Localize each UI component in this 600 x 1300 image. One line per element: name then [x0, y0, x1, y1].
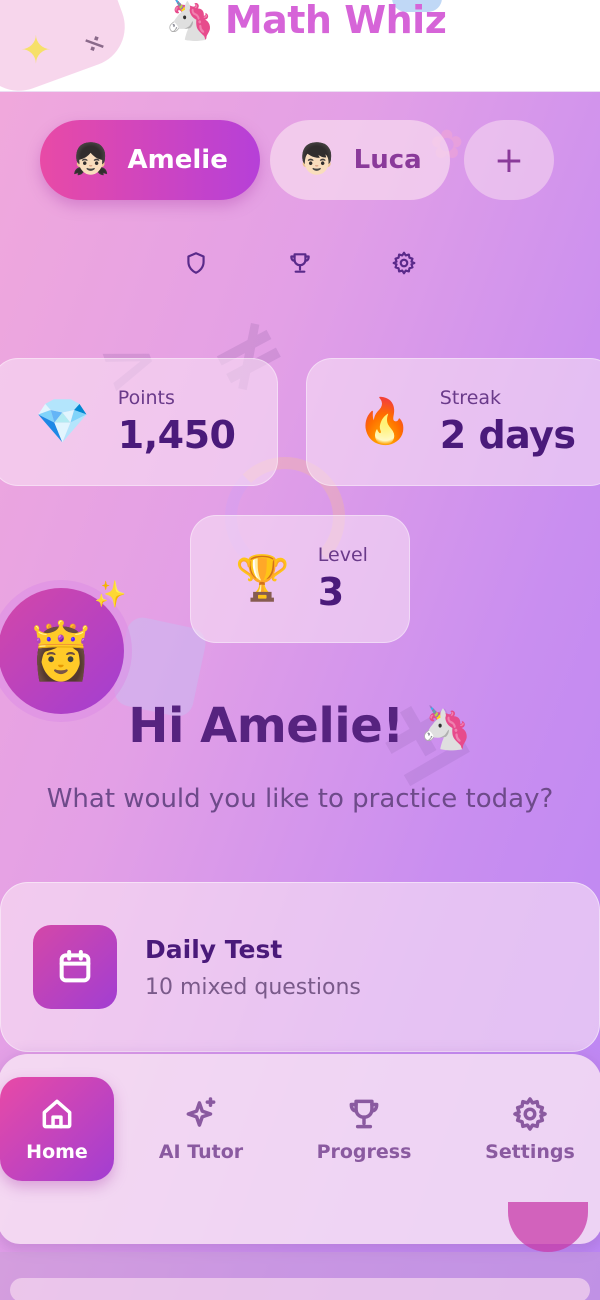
- streak-card: 🔥 Streak 2 days: [306, 358, 600, 486]
- daily-test-card[interactable]: Daily Test 10 mixed questions: [0, 882, 600, 1052]
- app-title: Math Whiz: [224, 0, 447, 42]
- points-card: 💎 Points 1,450: [0, 358, 278, 486]
- bottom-edge-card: [10, 1278, 590, 1300]
- unicorn-logo-icon: 🦄: [165, 0, 215, 43]
- fire-icon: 🔥: [357, 396, 412, 447]
- nav-ai-tutor[interactable]: AI Tutor: [146, 1077, 256, 1181]
- boy-avatar-icon: 👦🏻: [298, 142, 336, 177]
- profile-name: Luca: [353, 145, 422, 175]
- greeting-subtitle: What would you like to practice today?: [46, 784, 554, 814]
- home-icon: [42, 1099, 72, 1129]
- nav-progress[interactable]: Progress: [304, 1077, 424, 1181]
- girl-avatar-icon: 👧🏻: [72, 142, 110, 177]
- greeting-text: Hi Amelie!: [128, 698, 404, 754]
- sparkle-icon: ✨: [94, 580, 127, 610]
- trophy-icon: [349, 1099, 379, 1129]
- points-label: Points: [117, 387, 175, 409]
- nav-settings[interactable]: Settings: [470, 1077, 590, 1181]
- level-value: 3: [317, 570, 344, 614]
- nav-progress-label: Progress: [316, 1141, 412, 1163]
- nav-ai-tutor-label: AI Tutor: [158, 1141, 244, 1163]
- decor-circle: [508, 1202, 588, 1252]
- points-value: 1,450: [117, 413, 236, 457]
- nav-settings-label: Settings: [485, 1141, 575, 1163]
- level-label: Level: [317, 544, 368, 566]
- main-content: > ≠ ± ✿ 👧🏻 Amelie 👦🏻 Luca + 💎 Points 1,4…: [0, 92, 600, 1300]
- top-header: ✦ ÷ 🦄 Math Whiz: [0, 0, 600, 92]
- add-profile-button[interactable]: +: [464, 120, 554, 200]
- nav-home-label: Home: [26, 1141, 88, 1163]
- streak-value: 2 days: [439, 413, 576, 457]
- shield-icon[interactable]: [180, 247, 212, 279]
- daily-test-title: Daily Test: [145, 935, 283, 964]
- level-card: 🏆 Level 3: [190, 515, 410, 643]
- nav-home[interactable]: Home: [0, 1077, 114, 1181]
- streak-label: Streak: [439, 387, 502, 409]
- trophy-icon[interactable]: [284, 247, 316, 279]
- profile-tab-amelie[interactable]: 👧🏻 Amelie: [40, 120, 260, 200]
- daily-test-subtitle: 10 mixed questions: [145, 975, 361, 1000]
- decor-star-icon: ✦: [20, 28, 52, 72]
- sparkles-icon: [186, 1097, 216, 1127]
- app-brand: 🦄 Math Whiz: [165, 0, 447, 50]
- plus-icon: +: [493, 139, 525, 181]
- diamond-icon: 💎: [35, 396, 90, 447]
- princess-icon: 👸: [26, 619, 96, 684]
- profile-tab-luca[interactable]: 👦🏻 Luca: [270, 120, 450, 200]
- calendar-icon: [33, 925, 117, 1009]
- gear-icon[interactable]: [388, 247, 420, 279]
- profile-name: Amelie: [127, 145, 228, 175]
- greeting-heading: Hi Amelie! 🦄: [0, 698, 600, 754]
- trophy-icon: 🏆: [235, 553, 290, 604]
- gear-icon: [513, 1097, 547, 1131]
- unicorn-icon: 🦄: [419, 703, 472, 752]
